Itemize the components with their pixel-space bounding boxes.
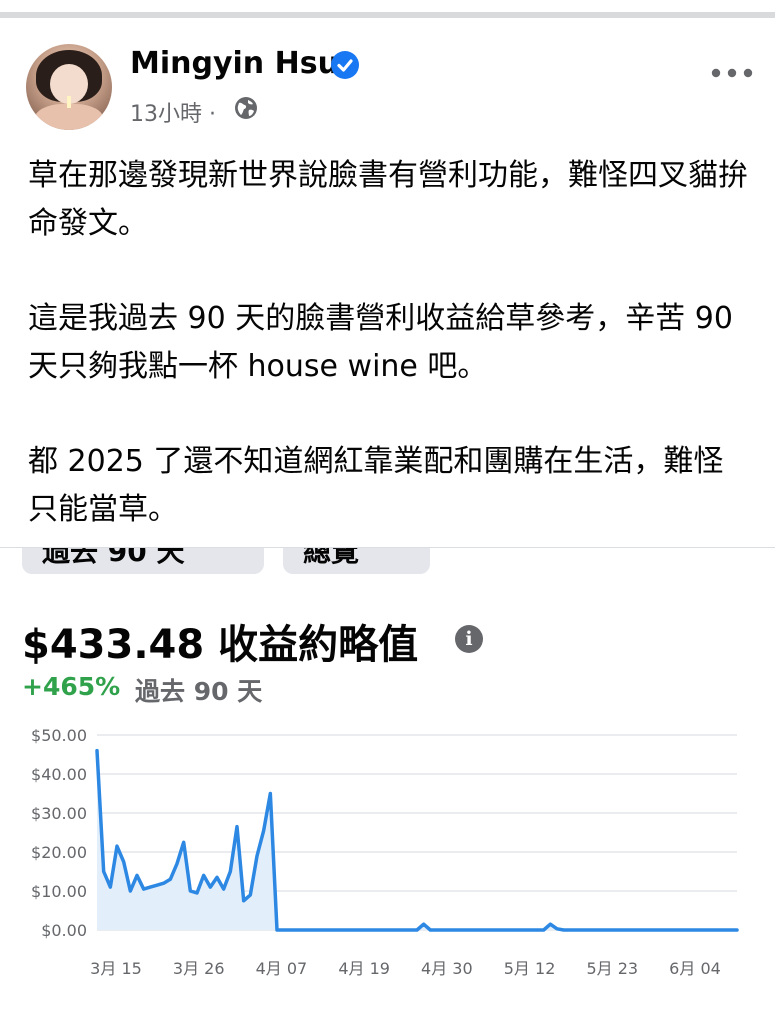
verified-badge-icon [331,51,359,79]
overview-dropdown[interactable]: 總覽 [283,548,430,574]
earnings-amount: $433.48 收益約略值 [22,622,419,668]
post-body: 草在那邊發現新世界說臉書有營利功能，難怪四叉貓拚命發文。 這是我過去 90 天的… [28,152,748,581]
post-paragraph-1: 草在那邊發現新世界說臉書有營利功能，難怪四叉貓拚命發文。 [28,158,748,241]
post-meta: 13小時 · [130,96,216,128]
meta-separator: · [209,102,216,127]
x-tick-label: 6月 04 [669,959,721,978]
earnings-chart: $50.00 $40.00 $30.00 $20.00 $10.00 $0.003月 15… [31,726,739,978]
monetization-insights: 過去 90 天 總覽 $433.48 收益約略值 i +465% 過去 90 天… [0,548,775,1024]
author-name[interactable]: Mingyin Hsu [130,46,339,81]
x-tick-label: 3月 15 [90,959,142,978]
x-tick-label: 3月 26 [173,959,225,978]
y-tick-label: $20.00 [31,843,87,862]
y-tick-label: $30.00 [31,804,87,823]
x-tick-label: 4月 19 [338,959,390,978]
post-paragraph-3: 都 2025 了還不知道網紅靠業配和團購在生活，難怪只能當草。 [28,444,724,527]
avatar-candle [67,96,71,108]
y-tick-label: $0.00 [41,921,87,940]
more-options-icon[interactable] [710,63,754,83]
post-timestamp[interactable]: 13小時 [130,102,202,127]
globe-icon [235,97,257,119]
x-tick-label: 4月 30 [421,959,473,978]
change-percent: +465% [22,672,121,701]
post-card: Mingyin Hsu 13小時 · 草在那邊發現新世界說臉書有營利功能，難怪四… [0,18,775,548]
period-dropdown[interactable]: 過去 90 天 [22,548,264,574]
y-tick-label: $40.00 [31,765,87,784]
post-paragraph-2: 這是我過去 90 天的臉書營利收益給草參考，辛苦 90 天只夠我點一杯 hous… [28,301,733,384]
series-area [97,750,737,930]
change-period-label: 過去 90 天 [135,677,263,706]
top-divider [0,0,775,18]
x-tick-label: 5月 23 [586,959,638,978]
y-tick-label: $10.00 [31,882,87,901]
overview-dropdown-label: 總覽 [303,548,360,568]
info-icon[interactable]: i [455,625,483,653]
period-dropdown-label: 過去 90 天 [42,548,185,568]
y-tick-label: $50.00 [31,726,87,745]
avatar[interactable] [26,44,112,130]
x-tick-label: 5月 12 [504,959,556,978]
x-tick-label: 4月 07 [256,959,308,978]
